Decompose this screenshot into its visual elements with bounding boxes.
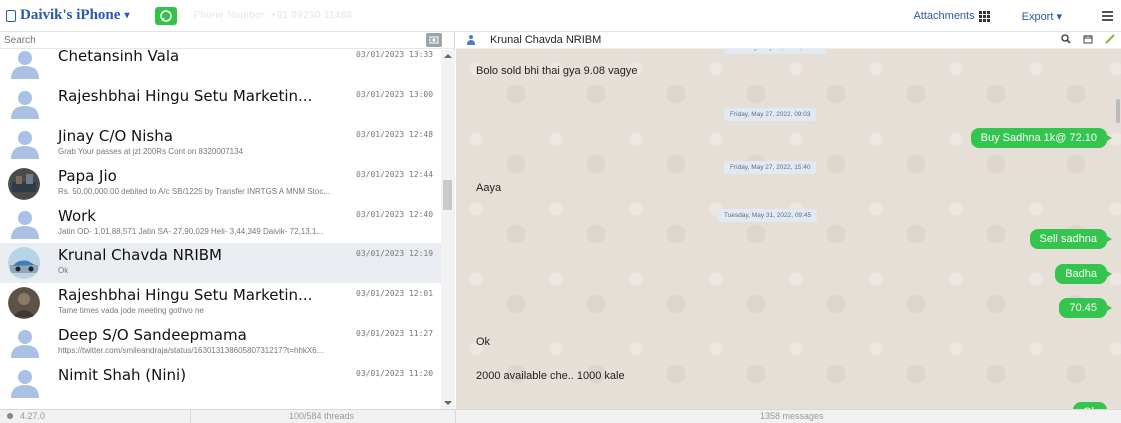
thread-date: 03/01/2023 12:40 [356,210,434,219]
thread-name: Jinay C/O Nisha [58,127,173,145]
attachments-label: Attachments [913,10,975,22]
thread-row[interactable]: Papa Jio 03/01/2023 12:44 Rs. 50,00,000.00… [0,164,441,204]
edit-icon[interactable] [1105,34,1115,44]
thread-date: 03/01/2023 11:20 [356,369,434,378]
export-label: Export [1021,10,1054,23]
scrollbar-thumb[interactable] [1116,99,1120,123]
status-bar: 4.27.0 100/584 threads 1358 messages [0,409,1121,423]
incoming-message: Ok [476,336,491,348]
divider [190,410,191,423]
scrollbar-thumb[interactable] [443,180,452,210]
thread-row[interactable]: Rajeshbhai Hingu Setu Marketin... 03/01/2… [0,84,441,124]
thread-name: Chetansinh Vala [58,50,180,65]
settings-icon[interactable] [7,413,13,419]
default-avatar-icon [11,91,39,119]
thread-snippet: Tame times vada jode meeting gothvo ne [58,306,204,315]
thread-snippet: https://twitter.com/smileandraja/status/… [58,346,324,355]
search-icon[interactable] [1061,34,1071,44]
thread-name: Rajeshbhai Hingu Setu Marketin... [58,87,313,105]
contact-icon [466,35,476,45]
contact-photo [8,168,40,200]
thread-snippet: Ok [58,266,69,275]
attachments-button[interactable]: Attachments [913,10,990,22]
thread-list-scrollbar[interactable] [441,50,455,409]
thread-name: Nimit Shah (Nini) [58,366,187,384]
message-area: Thursday, May 26, 2022, 09:09Bolo sold b… [456,41,1121,409]
app-version: 4.27.0 [20,411,46,421]
divider [455,410,456,423]
contact-photo [8,287,40,319]
incoming-message: 2000 available che.. 1000 kale [476,370,625,382]
default-avatar-icon [11,51,39,79]
thread-row[interactable]: Chetansinh Vala 03/01/2023 13:33 [0,50,441,84]
incoming-message: Bolo sold bhi thai gya 9.08 vagye [476,65,638,77]
thread-date: 03/01/2023 13:33 [356,50,434,59]
message-count: 1358 messages [760,411,824,421]
device-name: Daivik's iPhone [20,7,121,23]
thread-date: 03/01/2023 11:27 [356,329,434,338]
scroll-up-icon[interactable] [444,54,452,58]
thread-row[interactable]: Rajeshbhai Hingu Setu Marketin... 03/01/2… [0,283,441,323]
thread-name: Rajeshbhai Hingu Setu Marketin... [58,286,313,304]
conversation-title: Krunal Chavda NRIBM [490,34,602,46]
thread-snippet: Rs. 50,00,000.00 debited to A/c SB/1225 … [58,187,330,196]
device-selector[interactable]: Daivik's iPhone ▾ [6,7,129,24]
conversation-header: Krunal Chavda NRIBM [456,32,1121,49]
conversation-scrollbar[interactable] [1115,49,1121,409]
date-separator: Tuesday, May 31, 2022, 09:45 [718,209,818,222]
thread-name: Krunal Chavda NRIBM [58,246,222,264]
outgoing-message: Badha [1055,264,1112,284]
scroll-down-icon[interactable] [444,401,452,405]
thread-date: 03/01/2023 12:48 [356,130,434,139]
thread-date: 03/01/2023 12:01 [356,289,434,298]
chevron-down-icon: ▾ [124,10,130,21]
phone-number: Phone Number: +91 99290 11488 [193,10,353,21]
hamburger-menu-icon[interactable] [1102,9,1113,23]
search-input[interactable] [0,32,418,48]
outgoing-message: 70.45 [1059,298,1112,318]
thread-row[interactable]: Jinay C/O Nisha 03/01/2023 12:48 Grab Your… [0,124,441,164]
outgoing-message: Buy Sadhna 1k@ 72.10 [970,128,1113,148]
thread-date: 03/01/2023 13:00 [356,90,434,99]
date-separator: Friday, May 27, 2022, 09:03 [724,108,817,121]
outgoing-message: Ok [1072,402,1113,409]
thread-snippet: Jatin OD- 1,01,88,571 Jatin SA- 27,90,02… [58,227,324,236]
search-icon [429,36,439,44]
thread-row[interactable]: Deep S/O Sandeepmama 03/01/2023 11:27 http… [0,323,441,363]
thread-list-panel: Chetansinh Vala 03/01/2023 13:33 Rajeshbha… [0,32,455,409]
chevron-down-icon: ▾ [1056,10,1062,23]
thread-date: 03/01/2023 12:19 [356,249,434,258]
grid-icon [978,10,990,22]
thread-row[interactable]: Work 03/01/2023 12:40 Jatin OD- 1,01,88,57… [0,204,441,244]
thread-list: Chetansinh Vala 03/01/2023 13:33 Rajeshbha… [0,50,441,409]
app-window: Daivik's iPhone ▾ Phone Number: +91 9929… [0,0,1121,423]
calendar-icon[interactable] [1083,34,1093,44]
default-avatar-icon [11,370,39,398]
device-icon [6,9,16,22]
outgoing-message: Sell sadhna [1029,229,1112,249]
thread-row[interactable]: Krunal Chavda NRIBM 03/01/2023 12:19 Ok [0,243,441,283]
thread-name: Deep S/O Sandeepmama [58,326,247,344]
incoming-message: Aaya [476,182,502,194]
thread-row[interactable]: Nimit Shah (Nini) 03/01/2023 11:20 [0,363,441,403]
default-avatar-icon [11,131,39,159]
search-button[interactable] [426,33,442,47]
thread-date: 03/01/2023 12:44 [356,170,434,179]
export-menu[interactable]: Export ▾ [1022,10,1062,23]
search-bar [0,32,454,49]
conversation-panel: Krunal Chavda NRIBM Thursday, May 26, 20… [456,32,1121,409]
thread-snippet: Grab Your passes at jzt 200Rs Cont on 83… [58,147,244,156]
contact-photo [8,247,40,279]
default-avatar-icon [11,330,39,358]
thread-name: Work [58,207,96,225]
date-separator: Friday, May 27, 2022, 15:40 [724,161,817,174]
default-avatar-icon [11,211,39,239]
top-toolbar: Daivik's iPhone ▾ Phone Number: +91 9929… [0,0,1121,32]
thread-name: Papa Jio [58,167,117,185]
thread-count: 100/584 threads [289,411,355,421]
whatsapp-icon[interactable] [155,6,178,25]
